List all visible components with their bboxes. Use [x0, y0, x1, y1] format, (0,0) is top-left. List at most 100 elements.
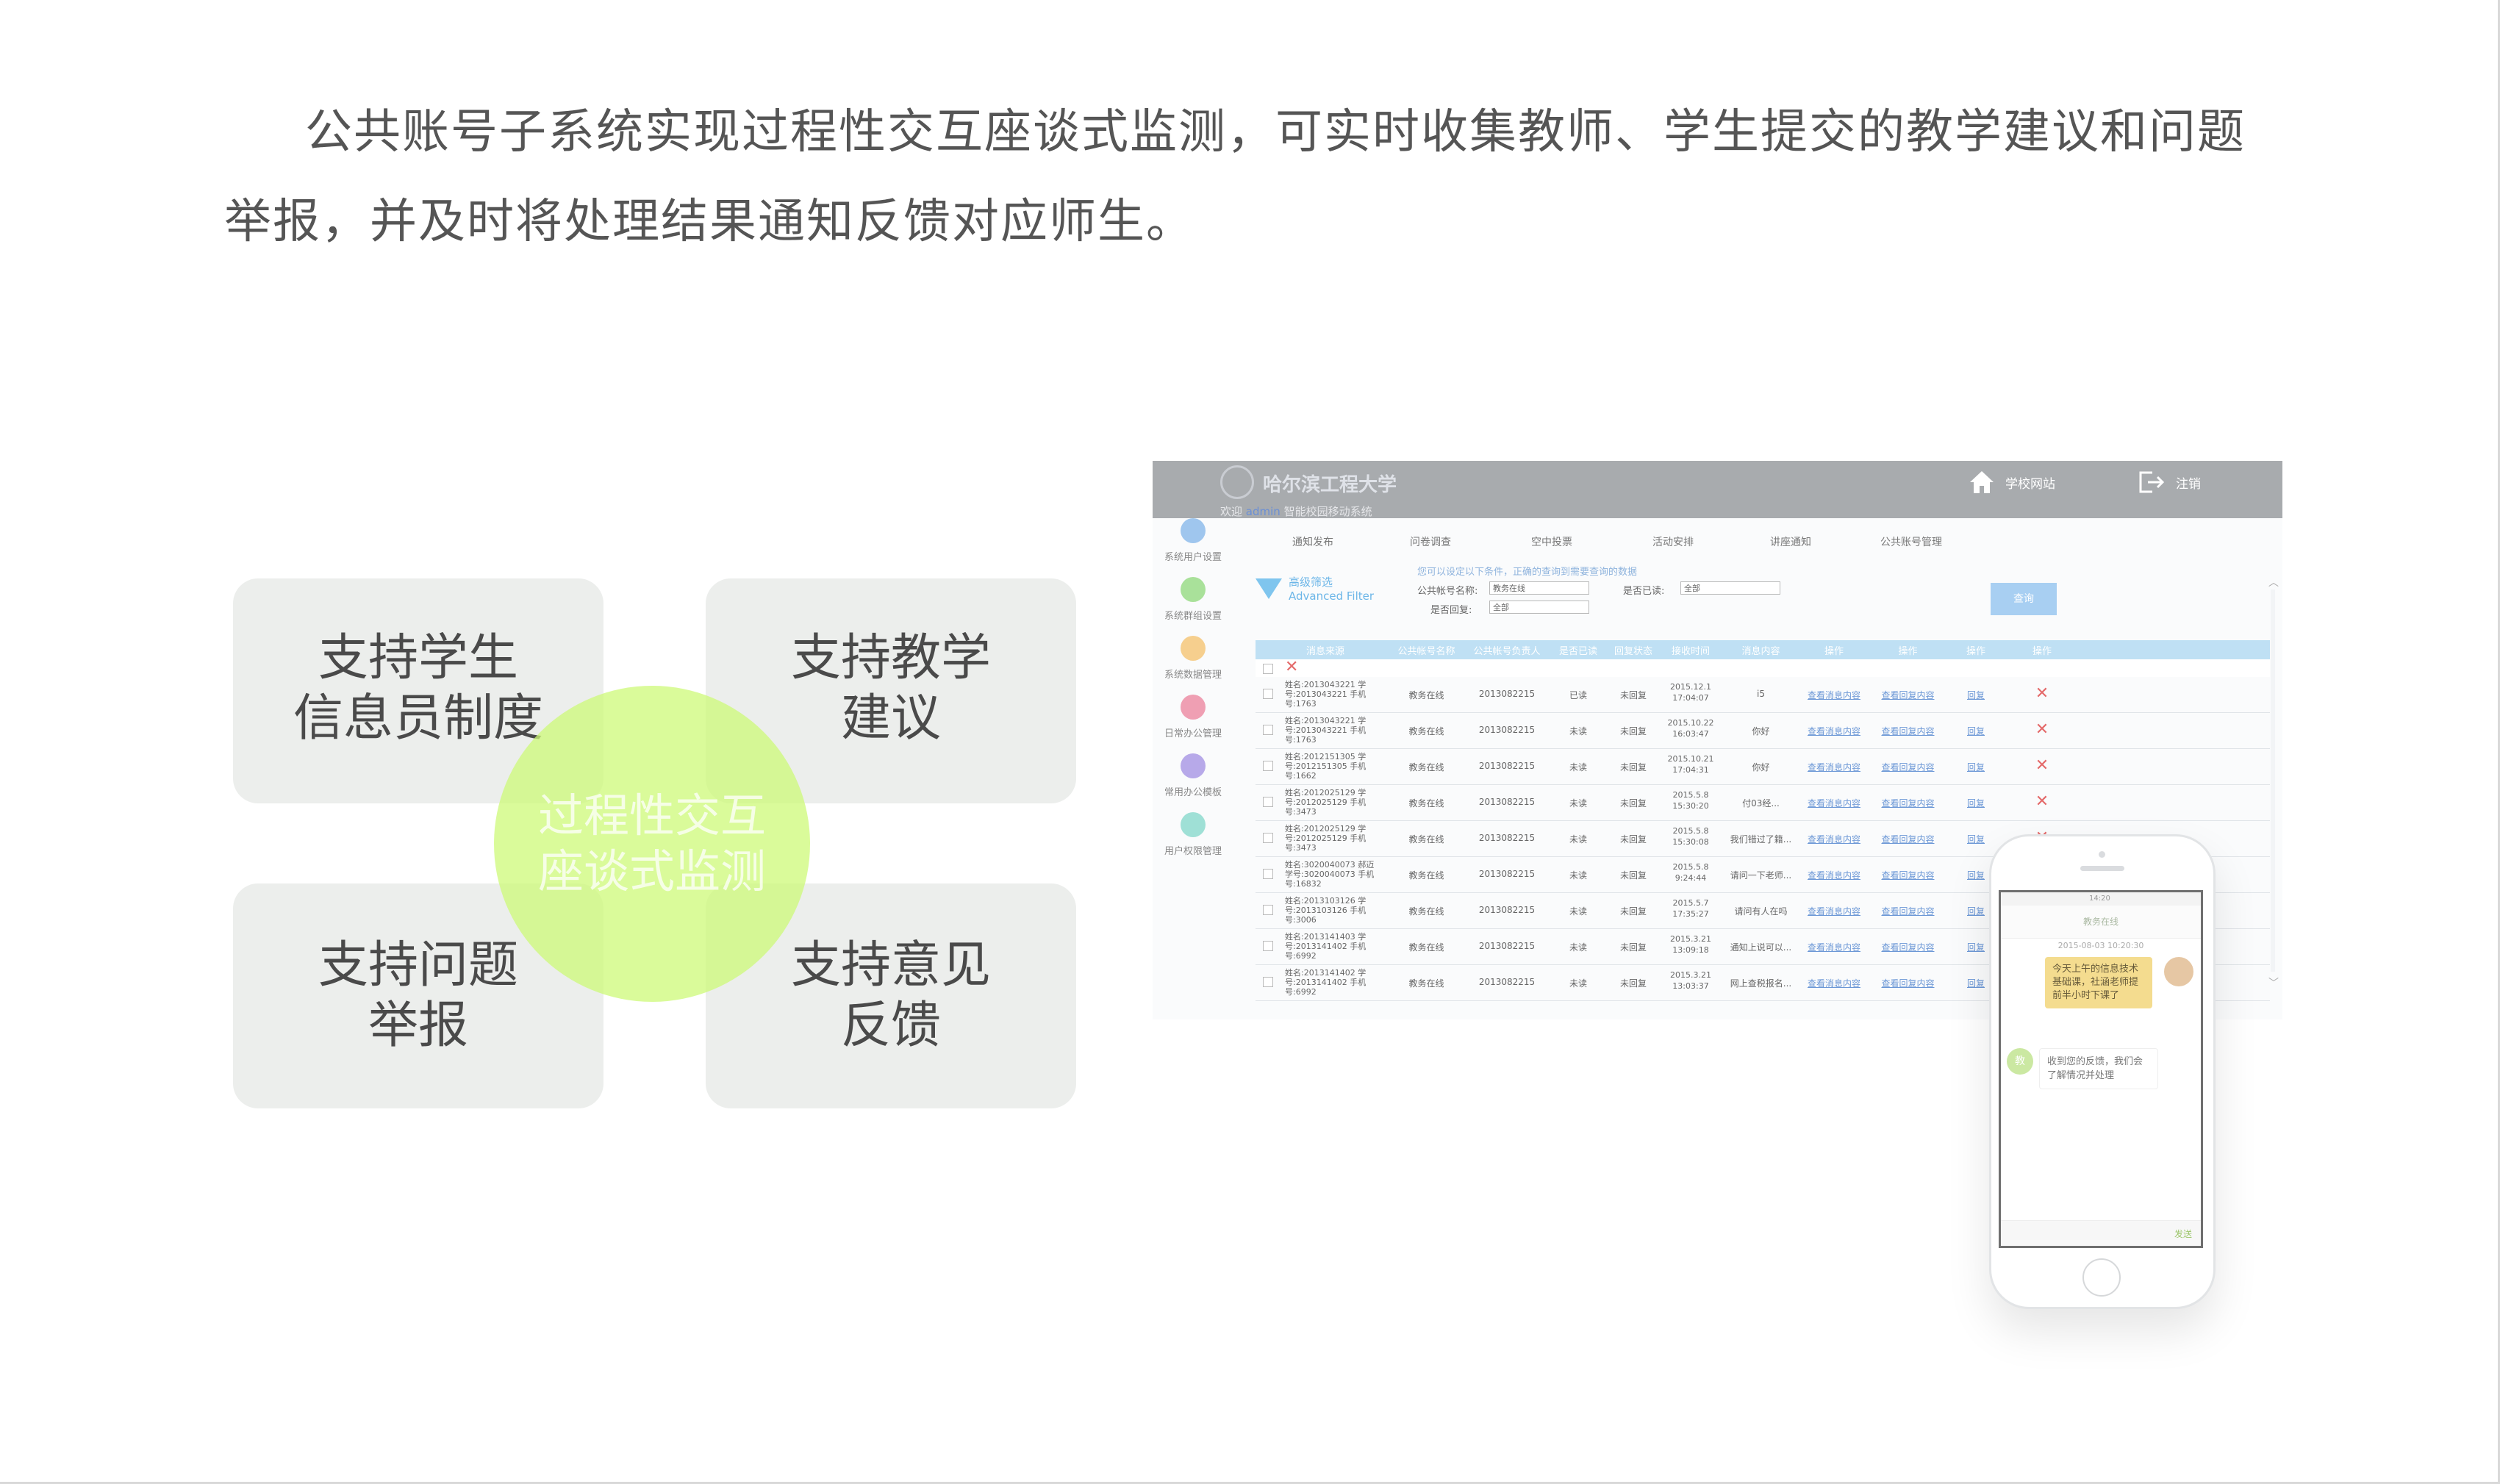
read-label: 是否已读: — [1623, 586, 1665, 597]
row-checkbox[interactable] — [1263, 977, 1273, 987]
tab-activity[interactable]: 活动安排 — [1652, 534, 1694, 549]
home-button[interactable] — [2082, 1258, 2121, 1297]
cell-account: 教务在线 — [1408, 762, 1444, 773]
scroll-track[interactable] — [2271, 589, 2275, 972]
sidebar-item-label: 系统群组设置 — [1164, 611, 1222, 622]
delete-icon[interactable]: ✕ — [2031, 756, 2053, 775]
center-circle-label: 过程性交互 座谈式监测 — [537, 789, 766, 898]
tab-notice[interactable]: 通知发布 — [1292, 534, 1333, 549]
cell-read: 未读 — [1569, 834, 1587, 845]
scroll-down-icon[interactable]: ﹀ — [2268, 975, 2279, 990]
sidebar-item-group-settings[interactable]: 系统群组设置 — [1153, 577, 1233, 622]
sidebar-item-office-management[interactable]: 日常办公管理 — [1153, 695, 1233, 739]
cell-op1[interactable]: 查看消息内容 — [1801, 833, 1867, 845]
cell-op1[interactable]: 查看消息内容 — [1801, 941, 1867, 953]
cell-op2[interactable]: 查看回复内容 — [1873, 833, 1943, 845]
sidebar-item-permissions[interactable]: 用户权限管理 — [1153, 812, 1233, 857]
welcome-suffix: 智能校园移动系统 — [1283, 505, 1372, 518]
logout-link[interactable]: 注销 — [2138, 470, 2201, 495]
header-cell: 操作 — [1898, 646, 1918, 657]
feature-feedback-label: 支持意见 反馈 — [790, 936, 991, 1055]
cell-op3[interactable]: 回复 — [1946, 797, 2005, 809]
read-select[interactable]: 全部 — [1680, 581, 1780, 595]
cell-op1[interactable]: 查看消息内容 — [1801, 689, 1867, 701]
delete-icon[interactable]: ✕ — [2031, 720, 2053, 739]
bulk-delete-icon[interactable]: ✕ — [1285, 658, 1298, 676]
cell-sender: 姓名:3020040073 郝迈 学号:3020040073 手机号:16832 — [1285, 860, 1375, 889]
data-icon — [1181, 636, 1206, 661]
cell-op3[interactable]: 回复 — [1946, 725, 2005, 737]
cell-op2[interactable]: 查看回复内容 — [1873, 905, 1943, 917]
scroll-up-icon[interactable]: ︿ — [2268, 575, 2279, 589]
filter-title: 高级筛选 Advanced Filter — [1289, 576, 1374, 603]
welcome-text: 欢迎 admin 智能校园移动系统 — [1220, 503, 1372, 519]
cell-content: 请问一下老师... — [1730, 870, 1792, 881]
query-button[interactable]: 查询 — [1991, 583, 2057, 615]
cell-op2[interactable]: 查看回复内容 — [1873, 725, 1943, 737]
delete-icon[interactable]: ✕ — [2031, 792, 2053, 811]
cell-op3[interactable]: 回复 — [1946, 833, 2005, 845]
select-all-checkbox[interactable] — [1263, 664, 1273, 674]
tab-survey[interactable]: 问卷调查 — [1410, 534, 1451, 549]
table-header: 消息来源 公共帐号名称 公共帐号负责人 是否已读 回复状态 接收时间 消息内容 … — [1256, 640, 2270, 659]
account-select[interactable]: 教务在线 — [1489, 581, 1589, 595]
cell-op2[interactable]: 查看回复内容 — [1873, 941, 1943, 953]
row-checkbox[interactable] — [1263, 797, 1273, 807]
logout-icon — [2139, 471, 2165, 493]
cell-time: 2015.5.7 17:35:27 — [1672, 898, 1709, 919]
sidebar-item-office-templates[interactable]: 常用办公模板 — [1153, 753, 1233, 798]
sidebar: 系统用户设置 系统群组设置 系统数据管理 日常办公管理 常用办公模板 用户权限管… — [1153, 518, 1233, 1019]
cell-op1[interactable]: 查看消息内容 — [1801, 869, 1867, 881]
cell-time: 2015.10.21 17:04:31 — [1667, 754, 1714, 775]
chat-input-bar[interactable]: 发送 — [2001, 1220, 2201, 1246]
cell-account: 教务在线 — [1408, 690, 1444, 700]
cell-op1[interactable]: 查看消息内容 — [1801, 797, 1867, 809]
tab-lecture[interactable]: 讲座通知 — [1770, 534, 1811, 549]
feature-student-informant-label: 支持学生 信息员制度 — [293, 629, 543, 748]
cell-read: 未读 — [1569, 726, 1587, 736]
sidebar-item-user-settings[interactable]: 系统用户设置 — [1153, 518, 1233, 563]
cell-op3[interactable]: 回复 — [1946, 689, 2005, 701]
header-cell: 消息内容 — [1741, 646, 1780, 657]
avatar: 教 — [2007, 1048, 2033, 1075]
tab-bar: 通知发布 问卷调查 空中投票 活动安排 讲座通知 公共账号管理 — [1292, 534, 2027, 549]
sidebar-item-label: 用户权限管理 — [1164, 846, 1222, 857]
cell-op1[interactable]: 查看消息内容 — [1801, 905, 1867, 917]
cell-owner: 2013082215 — [1478, 833, 1536, 843]
cell-content: 通知上说可以... — [1730, 942, 1792, 953]
cell-op1[interactable]: 查看消息内容 — [1801, 761, 1867, 773]
row-checkbox[interactable] — [1263, 905, 1273, 915]
row-checkbox[interactable] — [1263, 869, 1273, 879]
row-checkbox[interactable] — [1263, 833, 1273, 843]
reply-label: 是否回复: — [1430, 605, 1472, 616]
row-checkbox[interactable] — [1263, 761, 1273, 771]
row-checkbox[interactable] — [1263, 725, 1273, 735]
cell-op2[interactable]: 查看回复内容 — [1873, 761, 1943, 773]
row-checkbox[interactable] — [1263, 941, 1273, 951]
sidebar-item-label: 常用办公模板 — [1164, 787, 1222, 798]
cell-op3[interactable]: 回复 — [1946, 761, 2005, 773]
home-link[interactable]: 学校网站 — [1969, 470, 2055, 495]
cell-op2[interactable]: 查看回复内容 — [1873, 869, 1943, 881]
tab-public-account[interactable]: 公共账号管理 — [1880, 534, 1942, 549]
cell-reply: 未回复 — [1619, 834, 1647, 845]
cell-op2[interactable]: 查看回复内容 — [1873, 977, 1943, 989]
reply-select[interactable]: 全部 — [1489, 601, 1589, 614]
cell-op2[interactable]: 查看回复内容 — [1873, 797, 1943, 809]
cell-account: 教务在线 — [1408, 726, 1444, 736]
send-button[interactable]: 发送 — [2174, 1227, 2192, 1240]
cell-sender: 姓名:2013043221 学号:2013043221 手机号:1763 — [1285, 680, 1367, 709]
header-cell: 消息来源 — [1305, 646, 1344, 657]
scrollbar[interactable]: ︿ ﹀ — [2267, 575, 2279, 989]
cell-op1[interactable]: 查看消息内容 — [1801, 725, 1867, 737]
sidebar-item-data-management[interactable]: 系统数据管理 — [1153, 636, 1233, 681]
delete-icon[interactable]: ✕ — [2031, 684, 2053, 703]
phone-status-bar: 14:20 — [2001, 892, 2201, 906]
cell-op1[interactable]: 查看消息内容 — [1801, 977, 1867, 989]
tab-vote[interactable]: 空中投票 — [1531, 534, 1572, 549]
feature-problem-report-label: 支持问题 举报 — [318, 936, 518, 1055]
camera-icon — [2099, 851, 2105, 858]
row-checkbox[interactable] — [1263, 689, 1273, 699]
cell-op2[interactable]: 查看回复内容 — [1873, 689, 1943, 701]
header-cell: 操作 — [1824, 646, 1844, 657]
